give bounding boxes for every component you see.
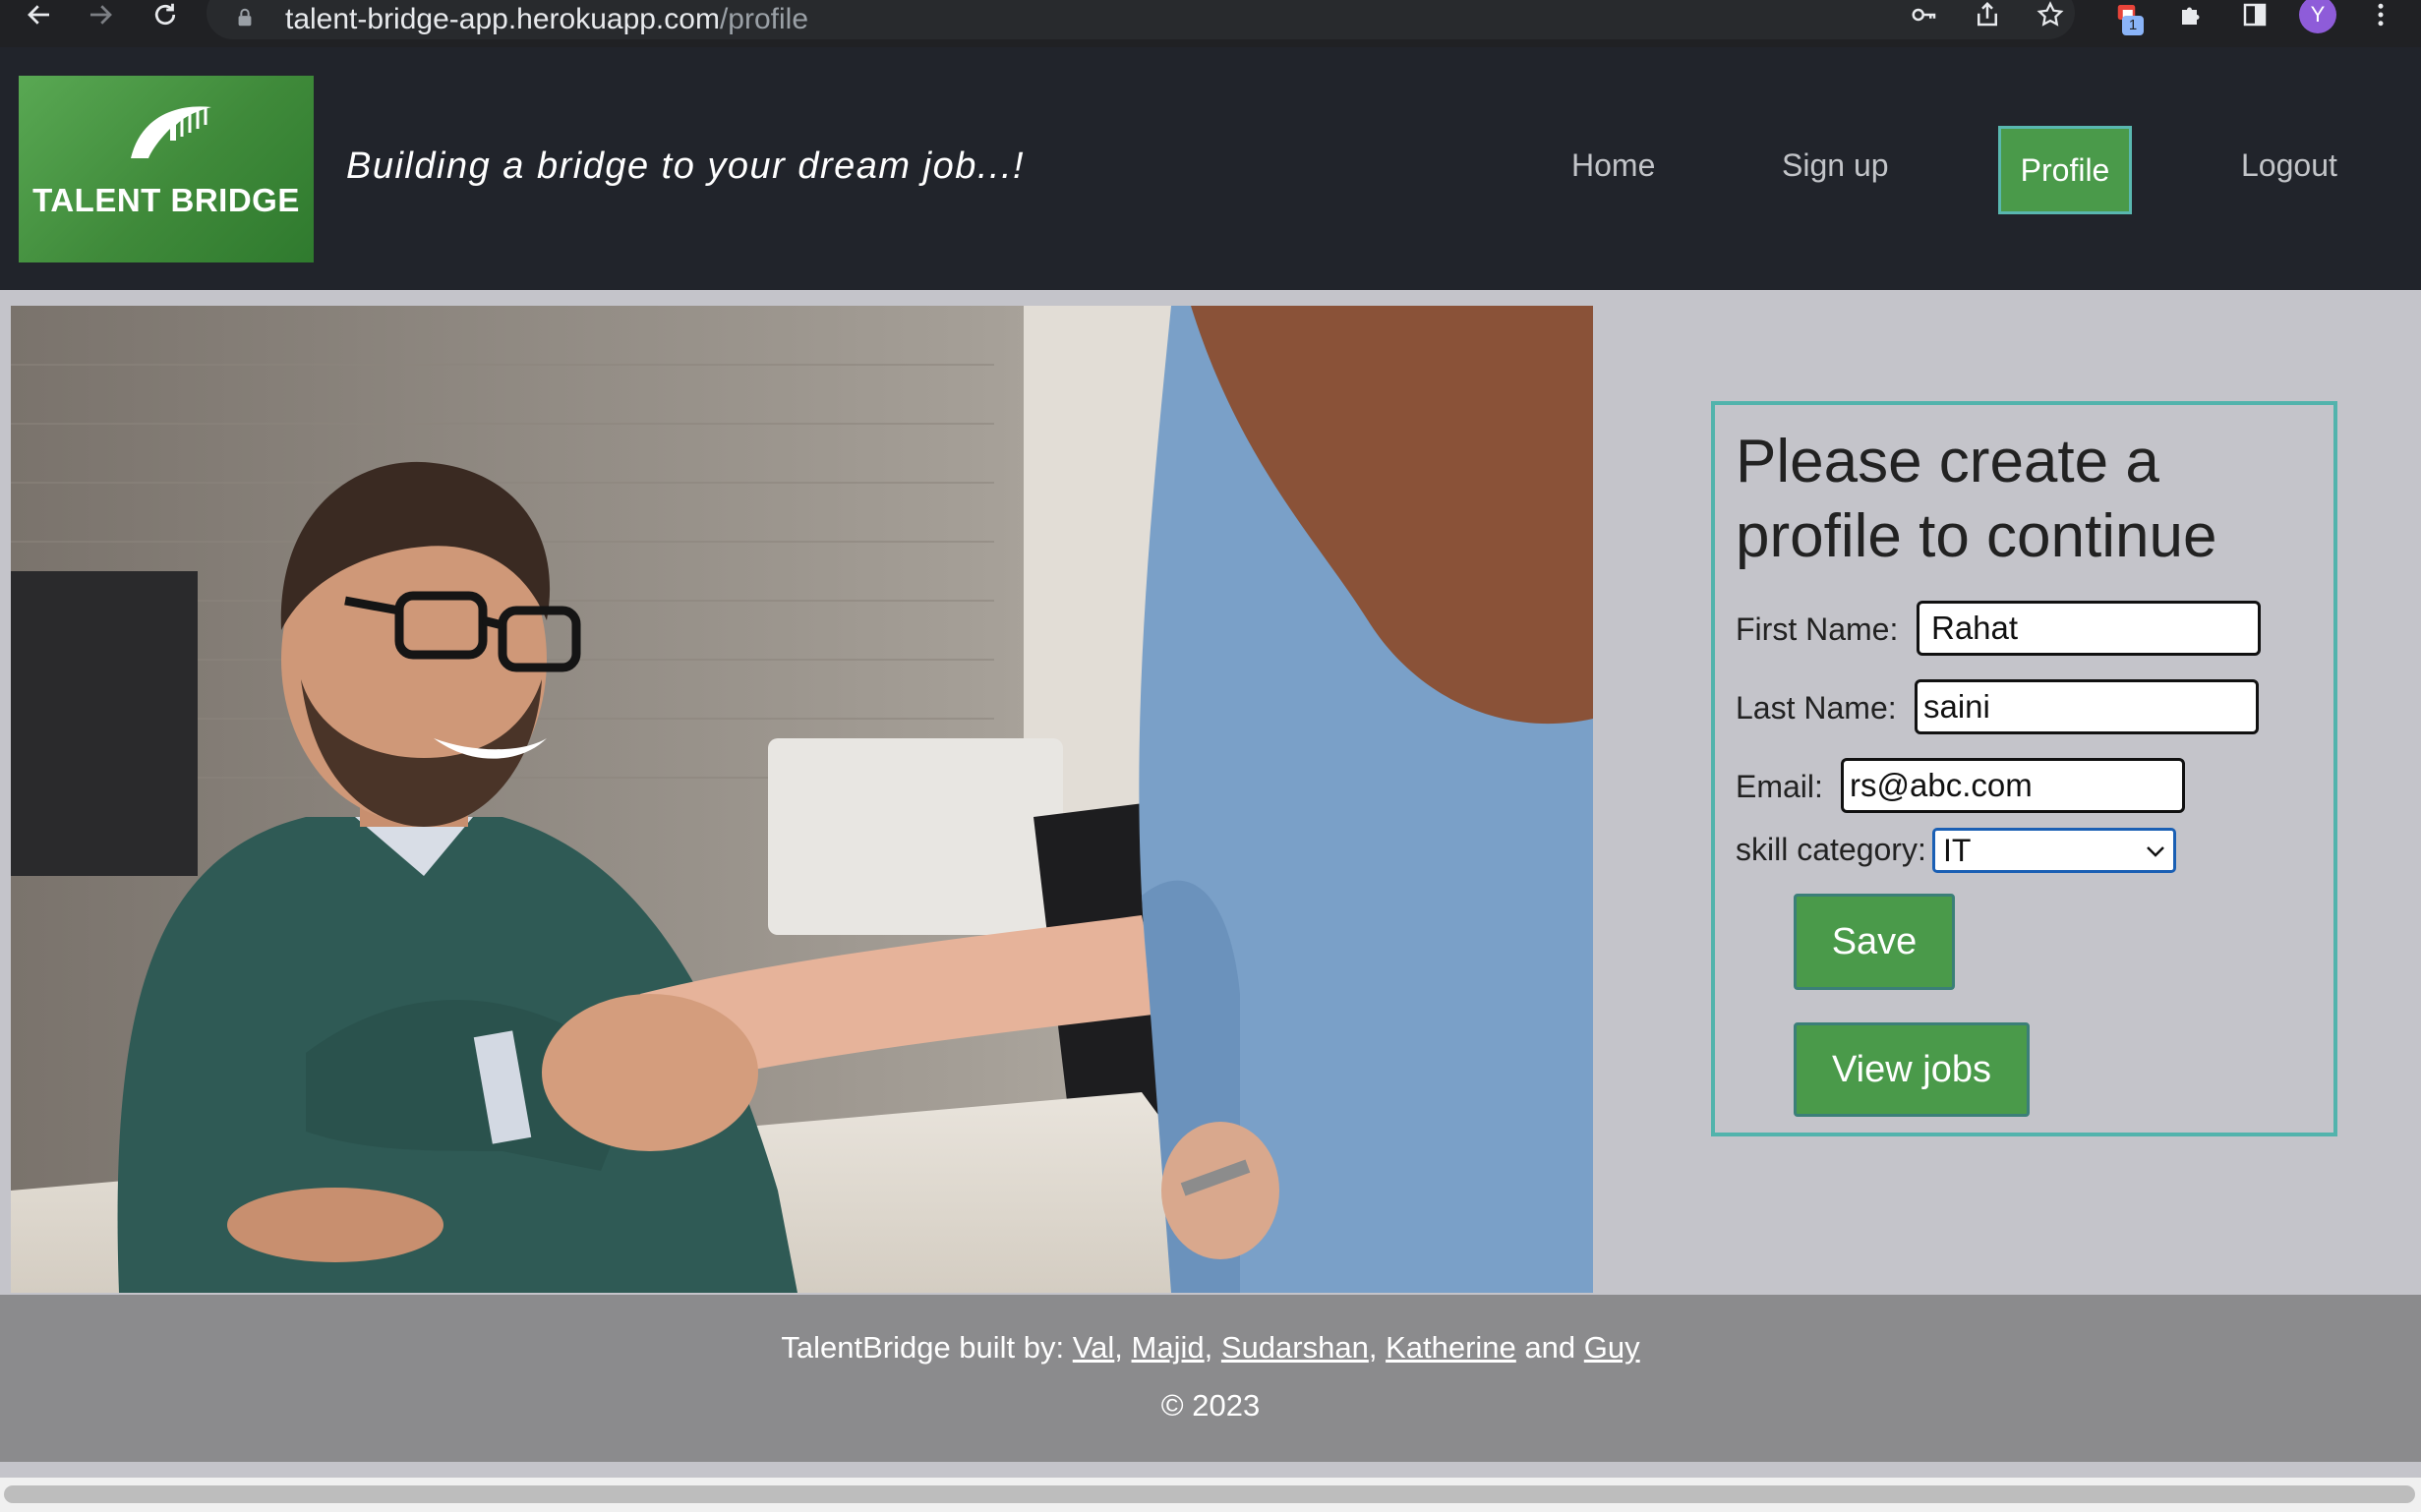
share-icon[interactable] xyxy=(1971,0,2004,29)
key-icon[interactable] xyxy=(1908,0,1941,29)
author-link-val[interactable]: Val xyxy=(1073,1330,1115,1365)
last-name-input[interactable] xyxy=(1915,679,2259,734)
logo-text: TALENT BRIDGE xyxy=(32,182,300,218)
extension-badge: 1 xyxy=(2122,16,2144,35)
credits-prefix: TalentBridge built by: xyxy=(781,1330,1065,1365)
nav-profile-link[interactable]: Profile xyxy=(1998,126,2132,214)
skill-category-label: skill category: xyxy=(1736,832,1926,867)
hero-handshake-image xyxy=(11,306,1593,1293)
form-title: Please create a profile to continue xyxy=(1736,428,2217,570)
last-name-label: Last Name: xyxy=(1736,690,1897,726)
back-arrow-icon[interactable] xyxy=(16,0,63,29)
browser-toolbar: talent-bridge-app.herokuapp.com/profile … xyxy=(0,0,2421,47)
profile-form-card: Please create a profile to continue Firs… xyxy=(1711,401,2337,1136)
credits-and: and xyxy=(1524,1330,1576,1365)
lock-icon xyxy=(238,8,252,27)
nav-signup-link[interactable]: Sign up xyxy=(1782,147,1889,184)
puzzle-icon[interactable] xyxy=(2175,0,2209,29)
profile-avatar[interactable]: Y xyxy=(2299,0,2336,33)
scrollbar-thumb[interactable] xyxy=(4,1485,2415,1503)
address-bar[interactable]: talent-bridge-app.herokuapp.com/profile xyxy=(207,0,2075,39)
menu-dots-icon[interactable] xyxy=(2364,0,2397,29)
credits-separator: , xyxy=(1114,1330,1123,1365)
email-input[interactable] xyxy=(1841,758,2185,813)
credits-separator: , xyxy=(1204,1330,1213,1365)
skill-category-select[interactable]: IT xyxy=(1932,828,2176,873)
bookmark-star-icon[interactable] xyxy=(2034,0,2067,29)
skill-category-value: IT xyxy=(1943,833,1972,868)
author-link-guy[interactable]: Guy xyxy=(1584,1330,1640,1365)
credits-separator: , xyxy=(1368,1330,1378,1365)
site-tagline: Building a bridge to your dream job...! xyxy=(346,145,1026,187)
first-name-label: First Name: xyxy=(1736,611,1899,647)
site-footer: TalentBridge built by: Val, Majid, Sudar… xyxy=(0,1295,2421,1462)
author-link-majid[interactable]: Majid xyxy=(1132,1330,1205,1365)
side-panel-icon[interactable] xyxy=(2238,0,2272,29)
site-header: TALENT BRIDGE Building a bridge to your … xyxy=(0,47,2421,290)
first-name-input[interactable] xyxy=(1917,601,2261,656)
chevron-down-icon xyxy=(2147,846,2164,857)
copyright-text: © 2023 xyxy=(1160,1388,1261,1423)
save-button[interactable]: Save xyxy=(1794,894,1955,990)
nav-logout-link[interactable]: Logout xyxy=(2241,147,2337,184)
talent-bridge-logo[interactable]: TALENT BRIDGE xyxy=(19,76,314,262)
author-link-sudarshan[interactable]: Sudarshan xyxy=(1221,1330,1369,1365)
nav-home-link[interactable]: Home xyxy=(1571,147,1655,184)
bridge-logo-icon xyxy=(131,106,211,158)
email-label: Email: xyxy=(1736,769,1823,804)
horizontal-scrollbar[interactable] xyxy=(0,1478,2421,1512)
view-jobs-button[interactable]: View jobs xyxy=(1794,1022,2030,1117)
author-link-katherine[interactable]: Katherine xyxy=(1386,1330,1516,1365)
footer-credits: TalentBridge built by: Val, Majid, Sudar… xyxy=(0,1330,2421,1366)
url-text: talent-bridge-app.herokuapp.com/profile xyxy=(285,3,808,35)
forward-arrow-icon[interactable] xyxy=(77,0,124,29)
reload-icon[interactable] xyxy=(142,0,189,29)
